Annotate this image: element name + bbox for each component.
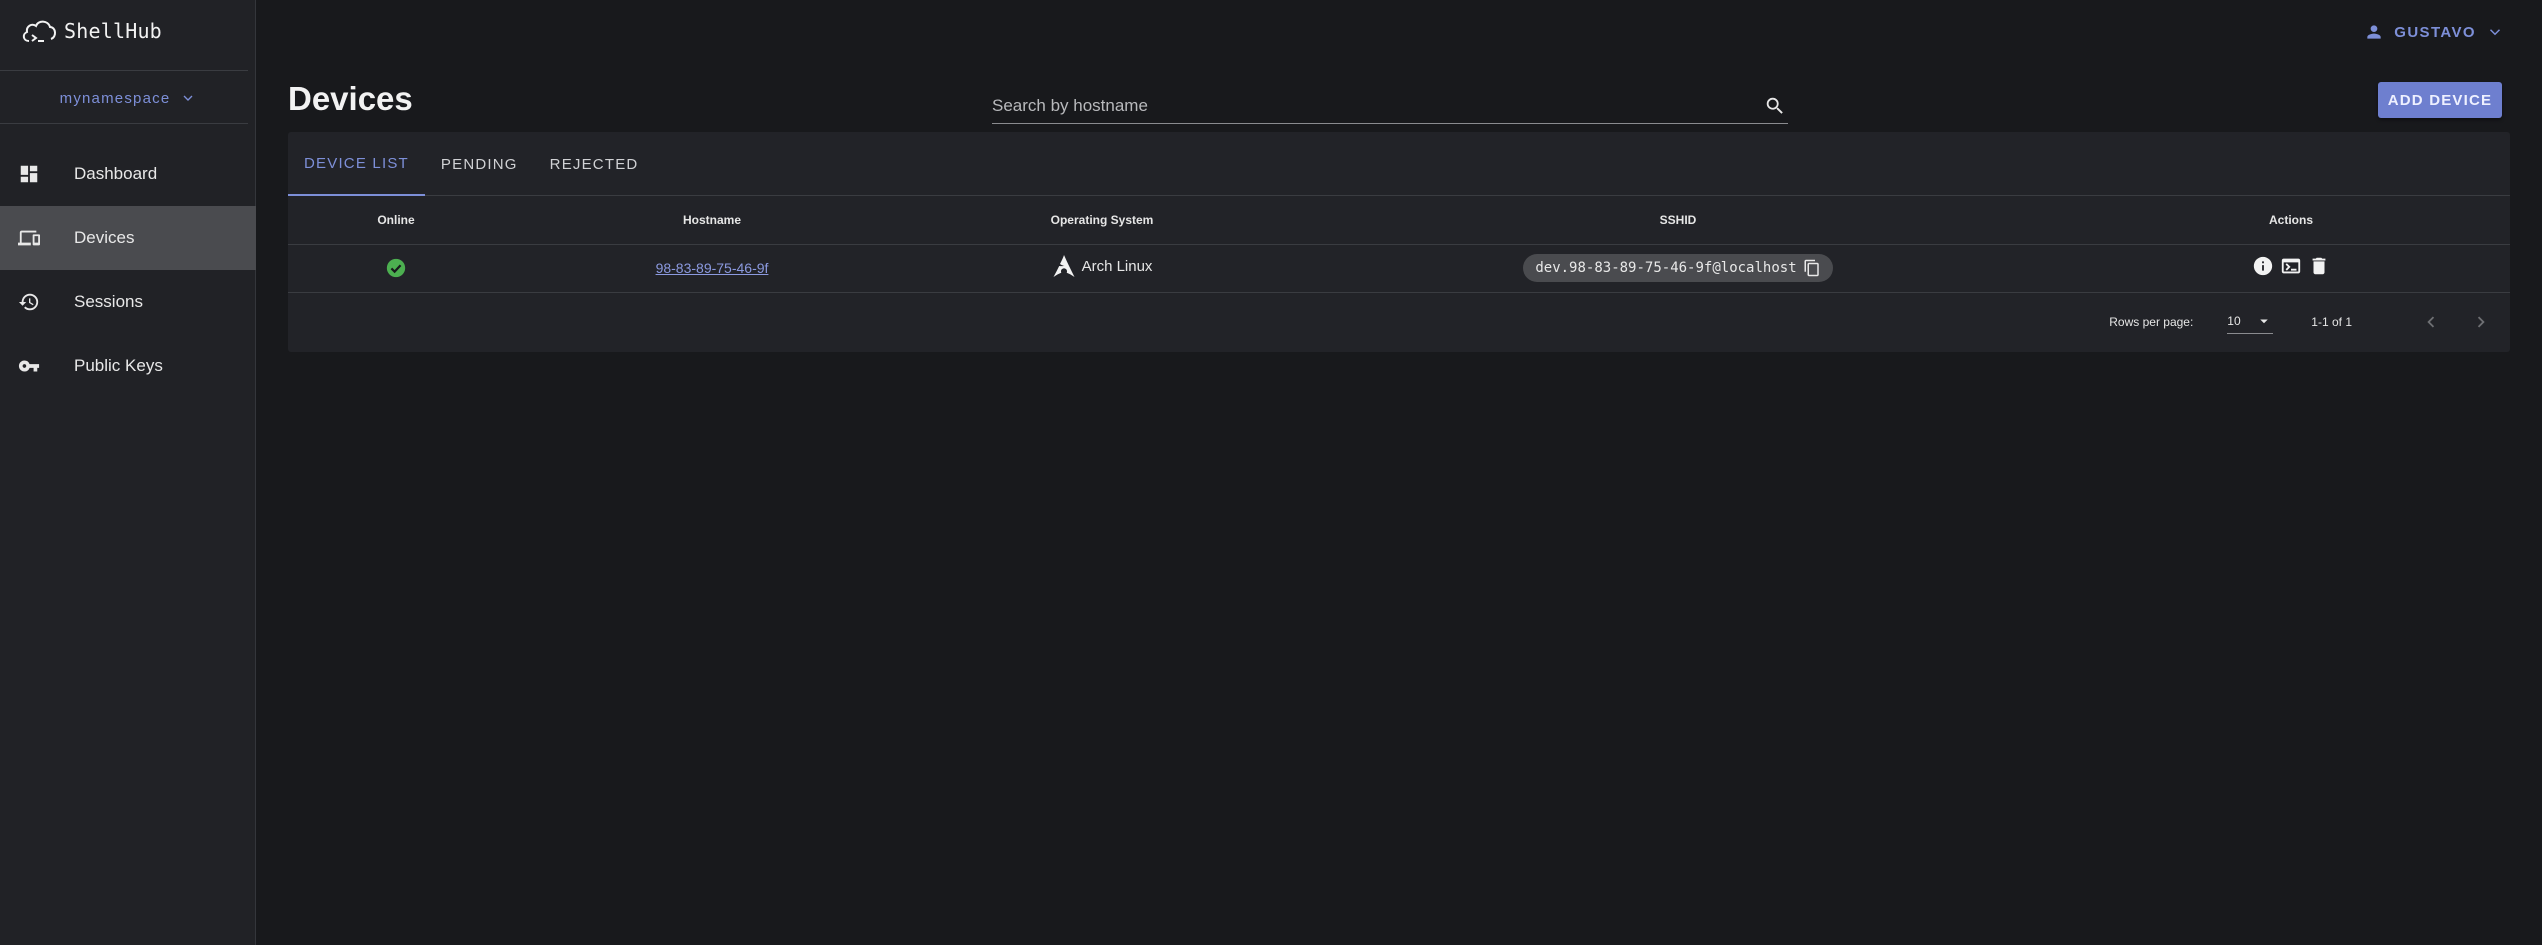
user-menu[interactable]: GUSTAVO — [2364, 20, 2504, 44]
chevron-left-icon[interactable] — [2420, 311, 2442, 333]
os-cell: Arch Linux — [920, 244, 1284, 293]
search-icon[interactable] — [1764, 95, 1786, 117]
tab-bar: DEVICE LIST PENDING REJECTED — [288, 132, 2510, 196]
tab-device-list[interactable]: DEVICE LIST — [288, 132, 425, 196]
page-range: 1-1 of 1 — [2311, 314, 2352, 329]
copy-icon[interactable] — [1803, 259, 1821, 277]
caret-down-icon — [2260, 319, 2269, 324]
chevron-down-icon — [183, 95, 193, 101]
arch-linux-icon — [1053, 255, 1075, 277]
sidebar-nav: Dashboard Devices Sessions Public Keys — [0, 142, 256, 398]
devices-icon — [18, 230, 40, 246]
cloud-logo-icon — [22, 20, 56, 42]
add-device-button[interactable]: ADD DEVICE — [2378, 82, 2502, 118]
hostname-cell: 98-83-89-75-46-9f — [504, 244, 920, 293]
sidebar-item-devices[interactable]: Devices — [0, 206, 256, 270]
info-icon[interactable] — [2252, 255, 2274, 277]
column-header-actions: Actions — [2072, 196, 2510, 245]
sidebar-divider — [0, 70, 248, 71]
actions-cell — [2072, 244, 2510, 293]
person-icon — [2367, 25, 2381, 39]
sidebar-divider — [0, 123, 248, 124]
chevron-right-icon[interactable] — [2470, 311, 2492, 333]
rows-per-page-select[interactable]: 10 — [2227, 310, 2274, 334]
sidebar-item-sessions[interactable]: Sessions — [0, 270, 256, 334]
namespace-selector[interactable]: mynamespace — [0, 78, 256, 118]
key-icon — [18, 360, 40, 372]
brand-name: ShellHub — [64, 19, 162, 43]
hostname-link[interactable]: 98-83-89-75-46-9f — [656, 260, 769, 276]
column-header-sshid[interactable]: SSHID — [1284, 196, 2072, 245]
terminal-icon[interactable] — [2280, 255, 2302, 277]
rows-per-page-label: Rows per page: — [2109, 314, 2194, 329]
chevron-down-icon — [2489, 29, 2501, 36]
namespace-name: mynamespace — [59, 89, 171, 107]
search-field — [992, 88, 1788, 124]
sshid-cell: dev.98-83-89-75-46-9f@localhost — [1284, 244, 2072, 293]
user-name: GUSTAVO — [2394, 23, 2476, 41]
devices-card: DEVICE LIST PENDING REJECTED Online Host… — [288, 132, 2510, 352]
dashboard-icon — [20, 165, 38, 183]
sidebar-item-label: Devices — [74, 228, 135, 247]
pagination: Rows per page: 10 1-1 of 1 — [288, 293, 2510, 351]
sidebar: ShellHub mynamespace Dashboard Devices S… — [0, 0, 256, 945]
sidebar-item-dashboard[interactable]: Dashboard — [0, 142, 256, 206]
search-input[interactable] — [992, 95, 1764, 116]
sidebar-item-label: Sessions — [74, 292, 143, 311]
sidebar-item-label: Public Keys — [74, 356, 163, 375]
table-header-row: Online Hostname Operating System SSHID A… — [288, 196, 2510, 245]
sidebar-item-public-keys[interactable]: Public Keys — [0, 334, 256, 398]
table-row: 98-83-89-75-46-9f Arch Linux dev.98-83-8… — [288, 244, 2510, 293]
os-info: Arch Linux — [1052, 254, 1153, 278]
tab-pending[interactable]: PENDING — [425, 132, 534, 196]
rows-per-page-value: 10 — [2227, 314, 2241, 328]
delete-icon[interactable] — [2308, 255, 2330, 277]
page-title: Devices — [288, 80, 413, 117]
logo[interactable]: ShellHub — [20, 16, 162, 46]
online-cell — [288, 244, 504, 293]
app-root: ShellHub mynamespace Dashboard Devices S… — [0, 0, 2542, 945]
devices-table: Online Hostname Operating System SSHID A… — [288, 196, 2510, 293]
os-name: Arch Linux — [1081, 257, 1153, 275]
history-icon — [18, 293, 39, 311]
column-header-hostname[interactable]: Hostname — [504, 196, 920, 245]
sidebar-item-label: Dashboard — [74, 164, 158, 183]
column-header-os[interactable]: Operating System — [920, 196, 1284, 245]
row-actions — [2252, 255, 2330, 277]
sshid-value: dev.98-83-89-75-46-9f@localhost — [1535, 260, 1797, 276]
column-header-online[interactable]: Online — [288, 196, 504, 245]
tab-rejected[interactable]: REJECTED — [534, 132, 655, 196]
check-circle-icon — [386, 258, 406, 278]
sshid-chip: dev.98-83-89-75-46-9f@localhost — [1523, 254, 1833, 282]
